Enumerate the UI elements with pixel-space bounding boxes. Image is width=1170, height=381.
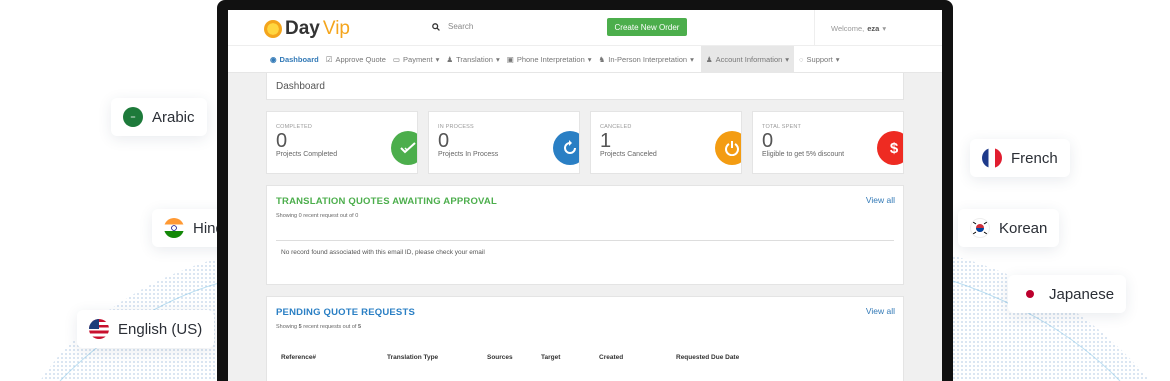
main-nav: ◉ Dashboard ☑ Approve Quote ▭ Payment ▾ … [228,45,942,73]
column-header[interactable]: Target [541,354,599,361]
nav-support[interactable]: ◌ Support ▾ [799,55,840,64]
power-icon [715,131,741,165]
column-header[interactable]: Sources [487,354,541,361]
showing-prefix: Showing [276,324,298,330]
nav-label: In-Person Interpretation [608,54,688,64]
page-title: Dashboard [266,73,904,100]
language-label: Korean [999,219,1048,237]
nav-label: Phone Interpretation [516,54,585,64]
nav-label: Account Information [715,54,783,64]
panel-title: TRANSLATION QUOTES AWAITING APPROVAL [276,196,497,207]
search-input[interactable]: Search [448,22,473,31]
stat-card-total-spent[interactable]: TOTAL SPENT 0 Eligible to get 5% discoun… [752,111,904,174]
language-chip-arabic: ═ Arabic [111,98,207,136]
sun-logo-icon [264,20,282,38]
pending-quote-requests-panel: PENDING QUOTE REQUESTS View all Showing … [266,296,904,381]
nav-translation[interactable]: ♟ Translation ▾ [446,55,499,64]
showing-count: Showing 5 recent requests out of 5 [276,324,894,330]
column-header[interactable]: Translation Type [387,354,487,361]
nav-dashboard[interactable]: ◉ Dashboard [270,55,319,64]
showing-number: 5 [298,324,302,330]
saudi-flag-icon: ═ [123,107,143,127]
translation-quotes-panel: TRANSLATION QUOTES AWAITING APPROVAL Vie… [266,185,904,285]
dollar-icon: $ [877,131,903,165]
view-all-link[interactable]: View all [866,195,895,205]
chevron-down-icon: ▾ [882,23,887,33]
nav-phone-interpretation[interactable]: ▣ Phone Interpretation ▾ [507,55,592,64]
svg-text:═: ═ [130,115,136,121]
user-icon: ♟ [446,54,454,64]
showing-total: 5 [357,324,362,330]
panel-title: PENDING QUOTE REQUESTS [276,307,416,318]
logo-text-vip: Vip [322,18,350,39]
welcome-user-menu[interactable]: Welcome, eza ▾ [814,10,886,46]
india-flag-icon [164,218,184,238]
column-header[interactable]: Reference# [281,354,387,361]
nav-label: Support [806,54,833,64]
language-chip-japanese: Japanese [1008,275,1127,313]
column-header[interactable]: Created [599,354,676,361]
stat-card-in-process[interactable]: IN PROCESS 0 Projects In Process [428,111,580,174]
chevron-down-icon: ▾ [785,54,790,64]
nav-payment[interactable]: ▭ Payment ▾ [393,55,439,64]
check-icon [391,131,417,165]
language-chip-korean: Korean [958,209,1060,247]
empty-message: No record found associated with this ema… [276,240,894,256]
stat-card-canceled[interactable]: CANCELED 1 Projects Canceled [590,111,742,174]
showing-middle: recent requests out of [303,324,357,330]
nav-label: Translation [456,54,493,64]
table-header: Reference# Translation Type Sources Targ… [276,354,894,361]
nav-in-person-interpretation[interactable]: ♞ In-Person Interpretation ▾ [599,55,694,64]
stat-label: IN PROCESS [438,124,474,130]
chevron-down-icon: ▾ [690,54,694,64]
language-label: English (US) [118,320,203,338]
create-new-order-button[interactable]: Create New Order [607,18,687,36]
japan-flag-icon [1020,284,1040,304]
nav-approve-quote[interactable]: ☑ Approve Quote [326,55,386,64]
stat-label: COMPLETED [276,124,313,130]
language-chip-french: French [970,139,1070,177]
korea-flag-icon [970,218,990,238]
dashboard-content: Dashboard COMPLETED 0 Projects Completed… [266,73,904,381]
chevron-down-icon: ▾ [435,54,440,64]
username: eza [867,23,880,33]
users-icon: ♞ [598,54,606,64]
credit-card-icon: ▭ [392,54,401,64]
us-flag-icon [89,319,109,339]
view-all-link[interactable]: View all [866,306,895,316]
chevron-down-icon: ▾ [835,54,840,64]
stats-row: COMPLETED 0 Projects Completed IN PROCES… [266,111,904,174]
stat-label: CANCELED [600,124,632,130]
phone-icon: ▣ [506,54,514,64]
language-label: French [1011,149,1058,167]
showing-count: Showing 0 recent request out of 0 [276,213,359,219]
welcome-label: Welcome, [831,23,865,33]
france-flag-icon [982,148,1002,168]
nav-account-information[interactable]: ♟ Account Information ▾ [700,45,795,73]
search-icon [432,22,440,31]
nav-label: Dashboard [279,54,319,64]
user-icon: ♟ [705,54,713,64]
dashboard-icon: ◉ [270,54,277,64]
language-label: Japanese [1049,285,1115,303]
search-box[interactable]: Search [432,22,473,31]
edit-icon: ☑ [325,54,333,64]
language-label: Arabic [152,108,195,126]
dayvip-logo[interactable]: Day Vip [264,18,350,40]
top-bar: Day Vip Search Create New Order Welcome, … [228,10,942,46]
chat-icon: ◌ [799,54,804,64]
language-chip-english: English (US) [77,310,215,348]
chevron-down-icon: ▾ [587,54,592,64]
column-header[interactable]: Requested Due Date [676,354,786,361]
refresh-icon [553,131,579,165]
nav-label: Approve Quote [335,54,386,64]
nav-label: Payment [403,54,433,64]
logo-text-day: Day [285,18,320,39]
stat-card-completed[interactable]: COMPLETED 0 Projects Completed [266,111,418,174]
stat-label: TOTAL SPENT [762,124,802,130]
chevron-down-icon: ▾ [495,54,500,64]
app-screen: Day Vip Search Create New Order Welcome, … [228,10,942,381]
